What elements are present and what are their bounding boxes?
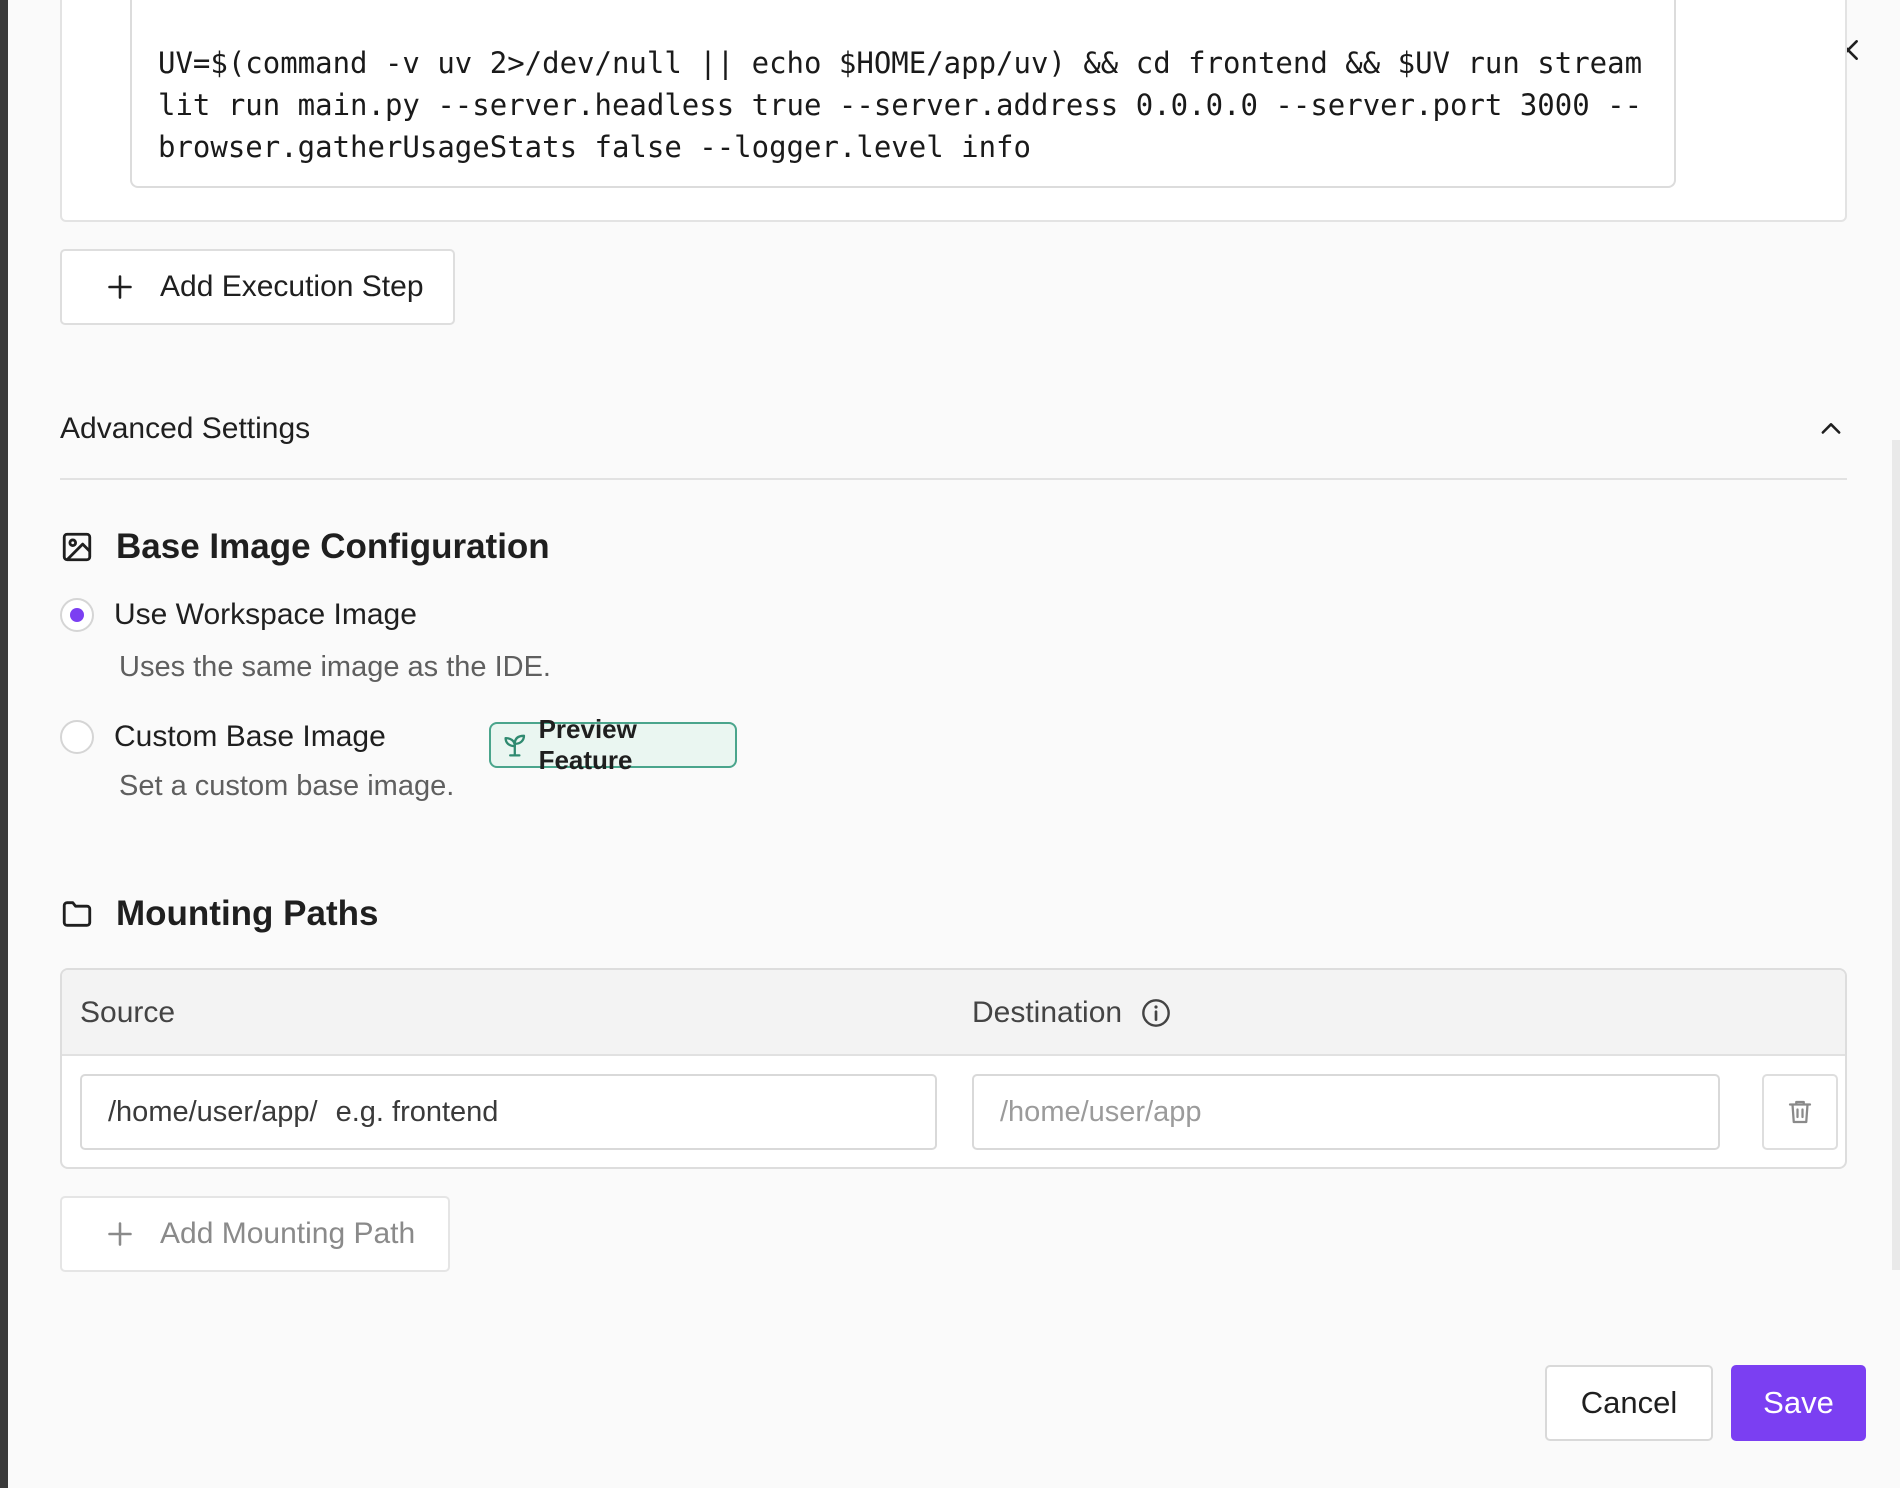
add-execution-step-label: Add Execution Step <box>160 270 424 303</box>
scrollbar-track[interactable] <box>1892 440 1900 1270</box>
column-header-source: Source <box>80 996 175 1030</box>
radio-label: Use Workspace Image <box>114 598 417 631</box>
delete-mount-button[interactable] <box>1762 1074 1838 1150</box>
save-button[interactable]: Save <box>1731 1365 1866 1441</box>
info-icon[interactable] <box>1140 997 1172 1029</box>
command-text[interactable]: UV=$(command -v uv 2>/dev/null || echo $… <box>130 0 1676 188</box>
column-header-destination: Destination <box>972 996 1172 1030</box>
add-mounting-path-button[interactable]: Add Mounting Path <box>60 1196 450 1272</box>
plus-icon <box>108 1222 132 1246</box>
base-image-heading: Base Image Configuration <box>60 527 550 567</box>
add-mounting-path-label: Add Mounting Path <box>160 1217 416 1250</box>
radio-description: Uses the same image as the IDE. <box>119 651 551 683</box>
source-path-placeholder: e.g. frontend <box>335 1095 499 1128</box>
badge-label: Preview Feature <box>538 714 637 775</box>
base-image-title: Base Image Configuration <box>116 527 550 566</box>
radio-use-workspace-image[interactable]: Use Workspace Image <box>60 598 417 632</box>
mounting-paths-heading: Mounting Paths <box>60 894 378 934</box>
column-header-source-label: Source <box>80 996 176 1029</box>
preview-feature-badge: Preview Feature <box>489 714 737 775</box>
dialog: UV=$(command -v uv 2>/dev/null || echo $… <box>8 0 1900 1488</box>
mounting-paths-table: Source Destination /home/user/app/ e.g. … <box>60 968 1847 1169</box>
source-path-prefix: /home/user/app/ <box>108 1095 318 1128</box>
radio-button-checked[interactable] <box>60 598 94 632</box>
radio-label: Custom Base Image <box>114 720 386 753</box>
radio-custom-base-image[interactable]: Custom Base Image <box>60 720 386 754</box>
trash-icon <box>1788 1100 1812 1124</box>
chevron-up-icon <box>1821 423 1841 434</box>
radio-description: Set a custom base image. <box>119 770 455 802</box>
column-header-destination-label: Destination <box>972 996 1123 1029</box>
destination-path-placeholder: /home/user/app <box>1000 1095 1202 1128</box>
cancel-button[interactable]: Cancel <box>1545 1365 1713 1441</box>
sprout-icon <box>504 734 526 757</box>
execution-step-card: UV=$(command -v uv 2>/dev/null || echo $… <box>60 0 1847 222</box>
plus-icon <box>108 275 132 299</box>
destination-path-input[interactable]: /home/user/app <box>972 1074 1720 1150</box>
mounting-paths-title: Mounting Paths <box>116 894 379 933</box>
folder-icon <box>62 901 92 927</box>
advanced-settings-label: Advanced Settings <box>60 412 311 445</box>
image-icon <box>62 532 92 562</box>
radio-button-unchecked[interactable] <box>60 720 94 754</box>
add-execution-step-button[interactable]: Add Execution Step <box>60 249 455 325</box>
source-path-input[interactable]: /home/user/app/ e.g. frontend <box>80 1074 937 1150</box>
advanced-settings-toggle[interactable]: Advanced Settings <box>60 400 1847 480</box>
table-header: Source Destination <box>62 970 1845 1056</box>
